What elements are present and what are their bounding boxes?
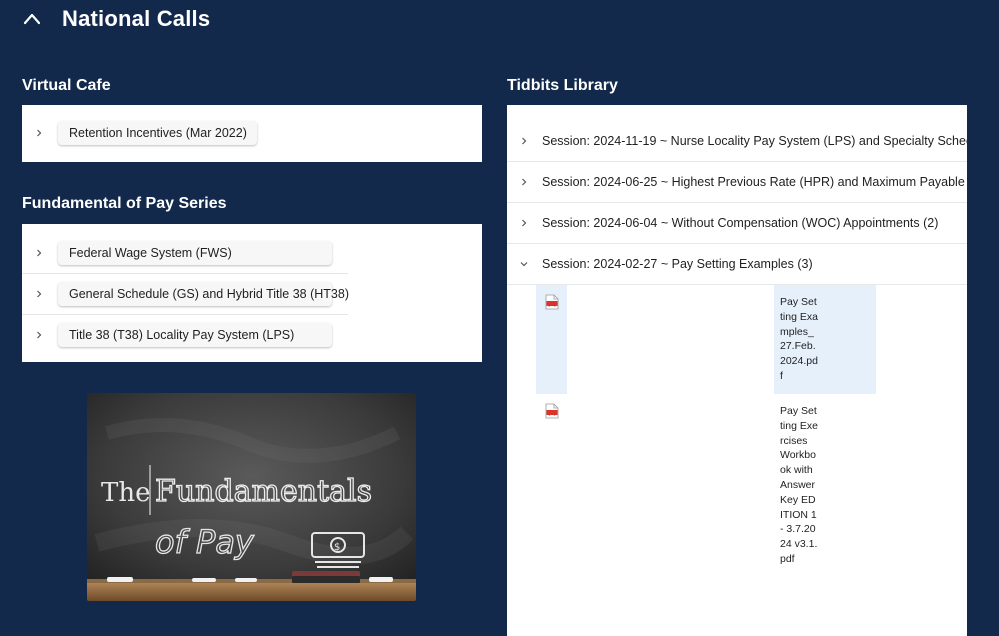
session-row-expanded[interactable]: Session: 2024-02-27 ~ Pay Setting Exampl… (507, 244, 967, 285)
image-text-fundamentals: Fundamentals (155, 474, 372, 509)
image-text-the: The (101, 478, 150, 508)
national-calls-header[interactable]: National Calls (22, 4, 210, 34)
file-icon-cell (536, 285, 567, 394)
fws-link[interactable]: Federal Wage System (FWS) (58, 240, 332, 265)
chevron-right-icon (519, 136, 529, 146)
file-name-cell[interactable]: Pay Setting Exercises Workbook with Answ… (774, 394, 876, 634)
pdf-icon[interactable] (545, 294, 559, 310)
fundamentals-title: Fundamental of Pay Series (22, 195, 227, 212)
session-row[interactable]: Session: 2024-06-04 ~ Without Compensati… (507, 203, 967, 244)
file-row[interactable]: Pay Setting Examples_27.Feb.2024.pdf (507, 285, 967, 394)
chevron-right-icon (34, 248, 44, 258)
image-text-of-pay: of Pay (155, 523, 255, 561)
chevron-right-icon (34, 128, 44, 138)
chevron-right-icon (34, 330, 44, 340)
session-row[interactable]: Session: 2024-06-25 ~ Highest Previous R… (507, 162, 967, 203)
session-row[interactable]: Session: 2024-11-19 ~ Nurse Locality Pay… (507, 121, 967, 162)
list-item[interactable]: General Schedule (GS) and Hybrid Title 3… (22, 273, 349, 314)
file-name-link[interactable]: Pay Setting Exercises Workbook with Answ… (780, 404, 818, 567)
list-item[interactable]: Title 38 (T38) Locality Pay System (LPS) (22, 314, 348, 355)
file-name-link[interactable]: Pay Setting Examples_27.Feb.2024.pdf (780, 295, 818, 384)
svg-text:$: $ (334, 542, 340, 553)
fundamentals-panel: Federal Wage System (FWS) General Schedu… (22, 224, 482, 362)
session-label[interactable]: Session: 2024-02-27 ~ Pay Setting Exampl… (542, 257, 813, 271)
fundamentals-of-pay-image: The Fundamentals of Pay $ (87, 393, 416, 601)
virtual-cafe-panel: Retention Incentives (Mar 2022) (22, 105, 482, 162)
file-icon-cell (536, 394, 567, 634)
list-item[interactable]: Retention Incentives (Mar 2022) (22, 119, 482, 147)
chevron-right-icon (519, 177, 529, 187)
file-row[interactable]: Pay Setting Exercises Workbook with Answ… (507, 394, 967, 634)
retention-incentives-link[interactable]: Retention Incentives (Mar 2022) (58, 121, 257, 145)
virtual-cafe-title: Virtual Cafe (22, 77, 111, 94)
list-item[interactable]: Federal Wage System (FWS) (22, 232, 482, 273)
chevron-up-icon[interactable] (22, 9, 42, 29)
tidbits-panel: Session: 2024-11-19 ~ Nurse Locality Pay… (507, 105, 967, 636)
chevron-down-icon (519, 259, 529, 269)
gs-ht38-link[interactable]: General Schedule (GS) and Hybrid Title 3… (58, 282, 349, 306)
session-label[interactable]: Session: 2024-06-04 ~ Without Compensati… (542, 216, 938, 230)
chevron-right-icon (34, 289, 44, 299)
file-name-cell[interactable]: Pay Setting Examples_27.Feb.2024.pdf (774, 285, 876, 394)
session-label[interactable]: Session: 2024-06-25 ~ Highest Previous R… (542, 175, 967, 189)
tidbits-title: Tidbits Library (507, 77, 618, 94)
pdf-icon[interactable] (545, 403, 559, 419)
t38-lps-link[interactable]: Title 38 (T38) Locality Pay System (LPS) (58, 323, 332, 347)
session-label[interactable]: Session: 2024-11-19 ~ Nurse Locality Pay… (542, 134, 967, 148)
chevron-right-icon (519, 218, 529, 228)
page-title: National Calls (62, 6, 211, 31)
